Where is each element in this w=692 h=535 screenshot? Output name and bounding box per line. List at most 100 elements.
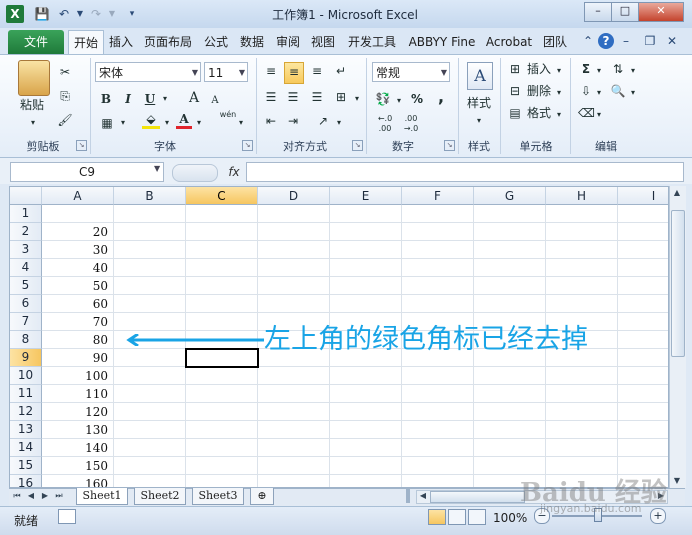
insert-cells-button[interactable]: 插入 — [524, 60, 554, 78]
cut-icon[interactable]: ✂ — [56, 63, 74, 81]
row-header-3[interactable]: 3 — [10, 241, 42, 259]
insert-sheet-icon[interactable]: ⊕ — [250, 488, 274, 505]
align-middle-icon[interactable]: ≡ — [284, 62, 304, 84]
minimize-workbook-icon[interactable]: – — [618, 33, 634, 49]
grow-font-button[interactable]: A — [186, 89, 202, 107]
column-header-b[interactable]: B — [114, 187, 186, 205]
column-header-d[interactable]: D — [258, 187, 330, 205]
cell-a12[interactable]: 120 — [42, 403, 114, 421]
macro-record-icon[interactable] — [58, 509, 76, 524]
cell-a2[interactable]: 20 — [42, 223, 114, 241]
cell-a15[interactable]: 150 — [42, 457, 114, 475]
insert-function-button[interactable]: fx — [224, 162, 244, 182]
phonetic-dropdown-icon[interactable]: ▾ — [236, 114, 246, 132]
cell-a13[interactable]: 130 — [42, 421, 114, 439]
column-header-g[interactable]: G — [474, 187, 546, 205]
cell-a6[interactable]: 60 — [42, 295, 114, 313]
bold-button[interactable]: B — [98, 90, 114, 108]
tab-page-layout[interactable]: 页面布局 — [140, 32, 196, 52]
wrap-text-icon[interactable]: ↵ — [332, 62, 350, 80]
row-header-13[interactable]: 13 — [10, 421, 42, 439]
tab-developer[interactable]: 开发工具 — [343, 32, 401, 52]
close-button[interactable]: ✕ — [638, 2, 684, 22]
font-name-combo[interactable]: 宋体 ▼ — [95, 62, 201, 82]
last-sheet-icon[interactable]: ⏭ — [54, 490, 64, 502]
zoom-in-icon[interactable]: + — [650, 508, 666, 524]
cell-a10[interactable]: 100 — [42, 367, 114, 385]
paste-dropdown-icon[interactable]: ▾ — [28, 114, 38, 132]
row-header-6[interactable]: 6 — [10, 295, 42, 313]
orientation-dropdown-icon[interactable]: ▾ — [334, 114, 344, 132]
borders-icon[interactable]: ▦ — [98, 114, 116, 132]
cell-a16[interactable]: 160 — [42, 475, 114, 487]
fill-icon[interactable]: ⇩ — [578, 82, 594, 100]
tab-split-handle[interactable] — [406, 489, 410, 503]
accounting-dropdown-icon[interactable]: ▾ — [394, 92, 404, 110]
font-launcher-icon[interactable]: ↘ — [242, 140, 253, 151]
minimize-button[interactable]: – — [584, 2, 612, 22]
column-header-i[interactable]: I — [618, 187, 668, 205]
fill-color-icon[interactable]: ⬙ — [142, 112, 160, 129]
tab-view[interactable]: 视图 — [306, 32, 340, 52]
row-header-14[interactable]: 14 — [10, 439, 42, 457]
name-box-dropdown-icon[interactable]: ▼ — [154, 164, 160, 173]
column-header-a[interactable]: A — [42, 187, 114, 205]
next-sheet-icon[interactable]: ▶ — [40, 490, 50, 502]
tab-file[interactable]: 文件 — [8, 30, 64, 54]
decrease-indent-icon[interactable]: ⇤ — [262, 112, 280, 130]
styles-button[interactable]: 样式 — [462, 94, 496, 112]
scroll-left-icon[interactable]: ◀ — [418, 491, 428, 500]
merge-center-icon[interactable]: ⊞ — [332, 88, 350, 106]
chevron-down-icon[interactable]: ▼ — [192, 63, 198, 83]
formula-input[interactable] — [246, 162, 684, 182]
clear-icon[interactable]: ⌫ — [578, 104, 595, 122]
tab-formulas[interactable]: 公式 — [200, 32, 232, 52]
row-header-16[interactable]: 16 — [10, 475, 42, 487]
styles-dropdown-icon[interactable]: ▾ — [474, 112, 484, 130]
row-header-1[interactable]: 1 — [10, 205, 42, 223]
increase-decimal-button[interactable]: ←.0 .00 — [372, 114, 398, 134]
autosum-button[interactable]: Σ — [578, 60, 594, 78]
orientation-icon[interactable]: ↗ — [314, 112, 332, 130]
row-header-4[interactable]: 4 — [10, 259, 42, 277]
row-header-9[interactable]: 9 — [10, 349, 42, 367]
tab-abbyy[interactable]: ABBYY Fine — [404, 32, 480, 52]
font-color-dropdown-icon[interactable]: ▾ — [194, 114, 204, 132]
close-workbook-icon[interactable]: ✕ — [664, 33, 680, 49]
format-cells-button[interactable]: 格式 — [524, 104, 554, 122]
horizontal-scroll-thumb[interactable] — [430, 491, 525, 503]
clear-dropdown-icon[interactable]: ▾ — [594, 106, 604, 124]
delete-cells-icon[interactable]: ⊟ — [506, 82, 524, 100]
undo-icon[interactable]: ↶ — [56, 6, 72, 22]
align-center-icon[interactable]: ☰ — [284, 88, 302, 106]
cell-a5[interactable]: 50 — [42, 277, 114, 295]
align-left-icon[interactable]: ☰ — [262, 88, 280, 106]
column-header-c[interactable]: C — [186, 187, 258, 205]
tab-acrobat[interactable]: Acrobat — [481, 32, 537, 52]
prev-sheet-icon[interactable]: ◀ — [26, 490, 36, 502]
select-all-corner[interactable] — [10, 187, 42, 205]
paste-icon[interactable] — [18, 60, 50, 96]
customize-toolbar-icon[interactable]: ▾ — [124, 6, 140, 22]
save-icon[interactable]: 💾 — [34, 6, 50, 22]
tab-insert[interactable]: 插入 — [104, 32, 138, 52]
format-cells-icon[interactable]: ▤ — [506, 104, 524, 122]
number-launcher-icon[interactable]: ↘ — [444, 140, 455, 151]
comma-style-button[interactable]: , — [434, 88, 448, 106]
row-header-2[interactable]: 2 — [10, 223, 42, 241]
sort-dropdown-icon[interactable]: ▾ — [628, 62, 638, 80]
help-icon[interactable]: ? — [598, 33, 614, 49]
font-color-button[interactable]: A — [176, 112, 192, 129]
row-header-12[interactable]: 12 — [10, 403, 42, 421]
shrink-font-button[interactable]: A — [208, 92, 222, 110]
cell-a3[interactable]: 30 — [42, 241, 114, 259]
scroll-up-icon[interactable]: ▲ — [672, 188, 682, 197]
percent-style-button[interactable]: % — [408, 90, 426, 108]
insert-cells-icon[interactable]: ⊞ — [506, 60, 524, 78]
restore-workbook-icon[interactable]: ❐ — [642, 33, 658, 49]
find-dropdown-icon[interactable]: ▾ — [628, 84, 638, 102]
excel-app-icon[interactable]: X — [6, 5, 24, 23]
cell-a9[interactable]: 90 — [42, 349, 114, 367]
page-break-view-icon[interactable] — [468, 509, 486, 525]
underline-dropdown-icon[interactable]: ▾ — [160, 90, 170, 108]
